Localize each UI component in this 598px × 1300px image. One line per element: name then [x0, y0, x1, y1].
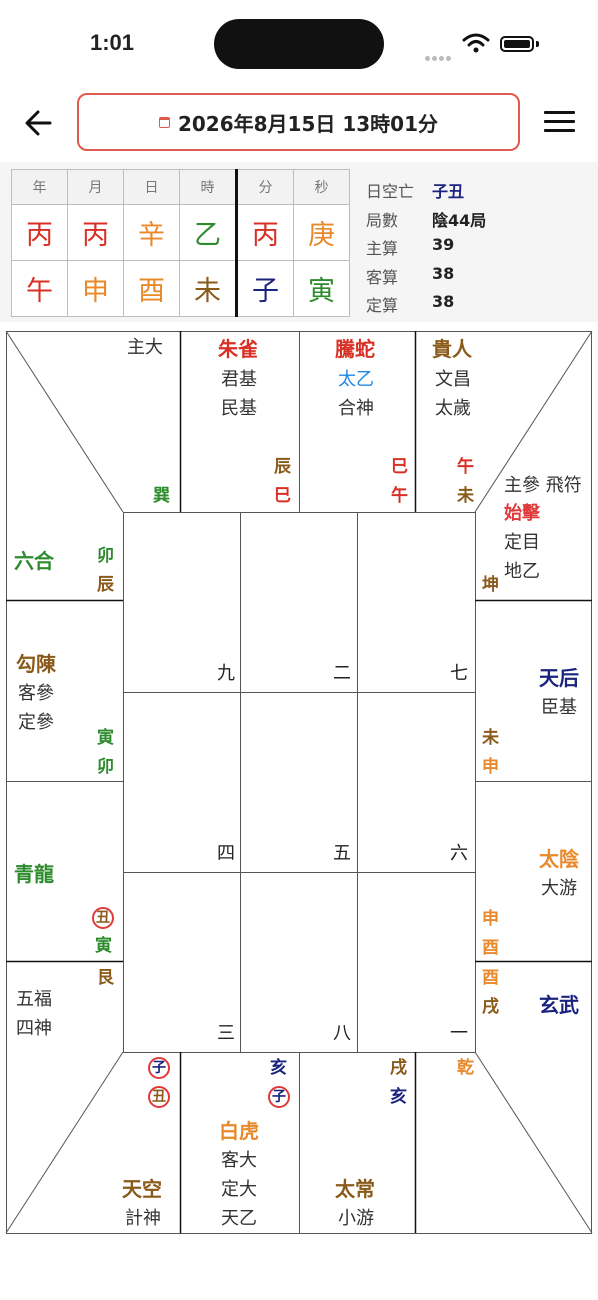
p11-god: 玄武 — [539, 993, 579, 1017]
p5-star: 主參 飛符 — [504, 475, 582, 496]
p8-branch: 寅 — [97, 728, 114, 748]
p2-god: 朱雀 — [218, 337, 258, 361]
p10-god: 青龍 — [14, 862, 54, 886]
p13-star: 計神 — [125, 1208, 161, 1229]
p13-circle-branch: 子 — [148, 1057, 170, 1079]
p14-god: 白虎 — [219, 1119, 259, 1143]
p4-star: 文昌 — [435, 369, 471, 390]
cell-number: 二 — [333, 663, 351, 684]
p16-branch: 乾 — [457, 1058, 474, 1078]
p7-branch: 未 — [482, 728, 499, 748]
p1-branch: 巽 — [153, 486, 170, 506]
p5-red-star: 始擊 — [504, 503, 540, 524]
cell-number: 七 — [450, 663, 468, 684]
p14-star: 天乙 — [221, 1208, 257, 1229]
p10-branch: 寅 — [95, 936, 112, 956]
p4-branch: 午 — [457, 457, 474, 477]
p8-star: 定參 — [18, 712, 54, 733]
cell-number: 六 — [450, 843, 468, 864]
p3-branch: 巳 — [391, 457, 408, 477]
p3-star: 合神 — [338, 398, 374, 419]
p2-branch: 辰 — [274, 457, 291, 477]
p10-circle-branch: 丑 — [92, 907, 114, 929]
p13-circle-branch: 丑 — [148, 1086, 170, 1108]
p15-branch: 亥 — [390, 1087, 407, 1107]
p6-god: 六合 — [14, 549, 54, 573]
p7-god: 天后 — [539, 666, 579, 690]
cell-number: 九 — [217, 663, 235, 684]
p15-god: 太常 — [335, 1177, 375, 1201]
p5-star: 地乙 — [504, 561, 540, 582]
p9-star: 大游 — [541, 878, 577, 899]
cell-number: 三 — [217, 1023, 235, 1044]
p12-star: 四神 — [16, 1018, 52, 1039]
p13-god: 天空 — [122, 1177, 162, 1201]
p9-branch: 酉 — [482, 938, 499, 958]
p8-star: 客參 — [18, 683, 54, 704]
p1-star: 主大 — [127, 337, 163, 358]
cell-number: 一 — [450, 1023, 468, 1044]
p4-branch: 未 — [457, 486, 474, 506]
p4-god: 貴人 — [432, 337, 472, 361]
cell-number: 八 — [333, 1023, 351, 1044]
p14-branch: 亥 — [270, 1058, 287, 1078]
p14-star: 定大 — [221, 1179, 257, 1200]
p11-branch: 戌 — [482, 997, 499, 1017]
p12-star: 五福 — [16, 989, 52, 1010]
p7-branch: 申 — [482, 757, 499, 777]
p9-branch: 申 — [482, 909, 499, 929]
p6-branch: 卯 — [97, 546, 114, 566]
p15-branch: 戌 — [390, 1058, 407, 1078]
p3-branch: 午 — [391, 486, 408, 506]
p12-branch: 艮 — [97, 968, 114, 988]
p2-branch: 巳 — [274, 486, 291, 506]
p2-star: 民基 — [221, 398, 257, 419]
p6-branch: 辰 — [97, 575, 114, 595]
p3-god: 騰蛇 — [335, 337, 375, 361]
p14-star: 客大 — [221, 1150, 257, 1171]
p2-star: 君基 — [221, 369, 257, 390]
p11-branch: 酉 — [482, 968, 499, 988]
p8-branch: 卯 — [97, 757, 114, 777]
p9-god: 太陰 — [539, 847, 579, 871]
p5-star: 定目 — [504, 532, 540, 553]
p15-star: 小游 — [338, 1208, 374, 1229]
p7-star: 臣基 — [541, 697, 577, 718]
p14-circle-branch: 子 — [268, 1086, 290, 1108]
chart-grid — [5, 330, 593, 1234]
cell-number: 五 — [333, 843, 351, 864]
p4-star: 太歲 — [435, 398, 471, 419]
p8-god: 勾陳 — [16, 652, 56, 676]
p3-star-blue: 太乙 — [338, 369, 374, 390]
p5-branch: 坤 — [482, 575, 499, 595]
cell-number: 四 — [217, 843, 235, 864]
